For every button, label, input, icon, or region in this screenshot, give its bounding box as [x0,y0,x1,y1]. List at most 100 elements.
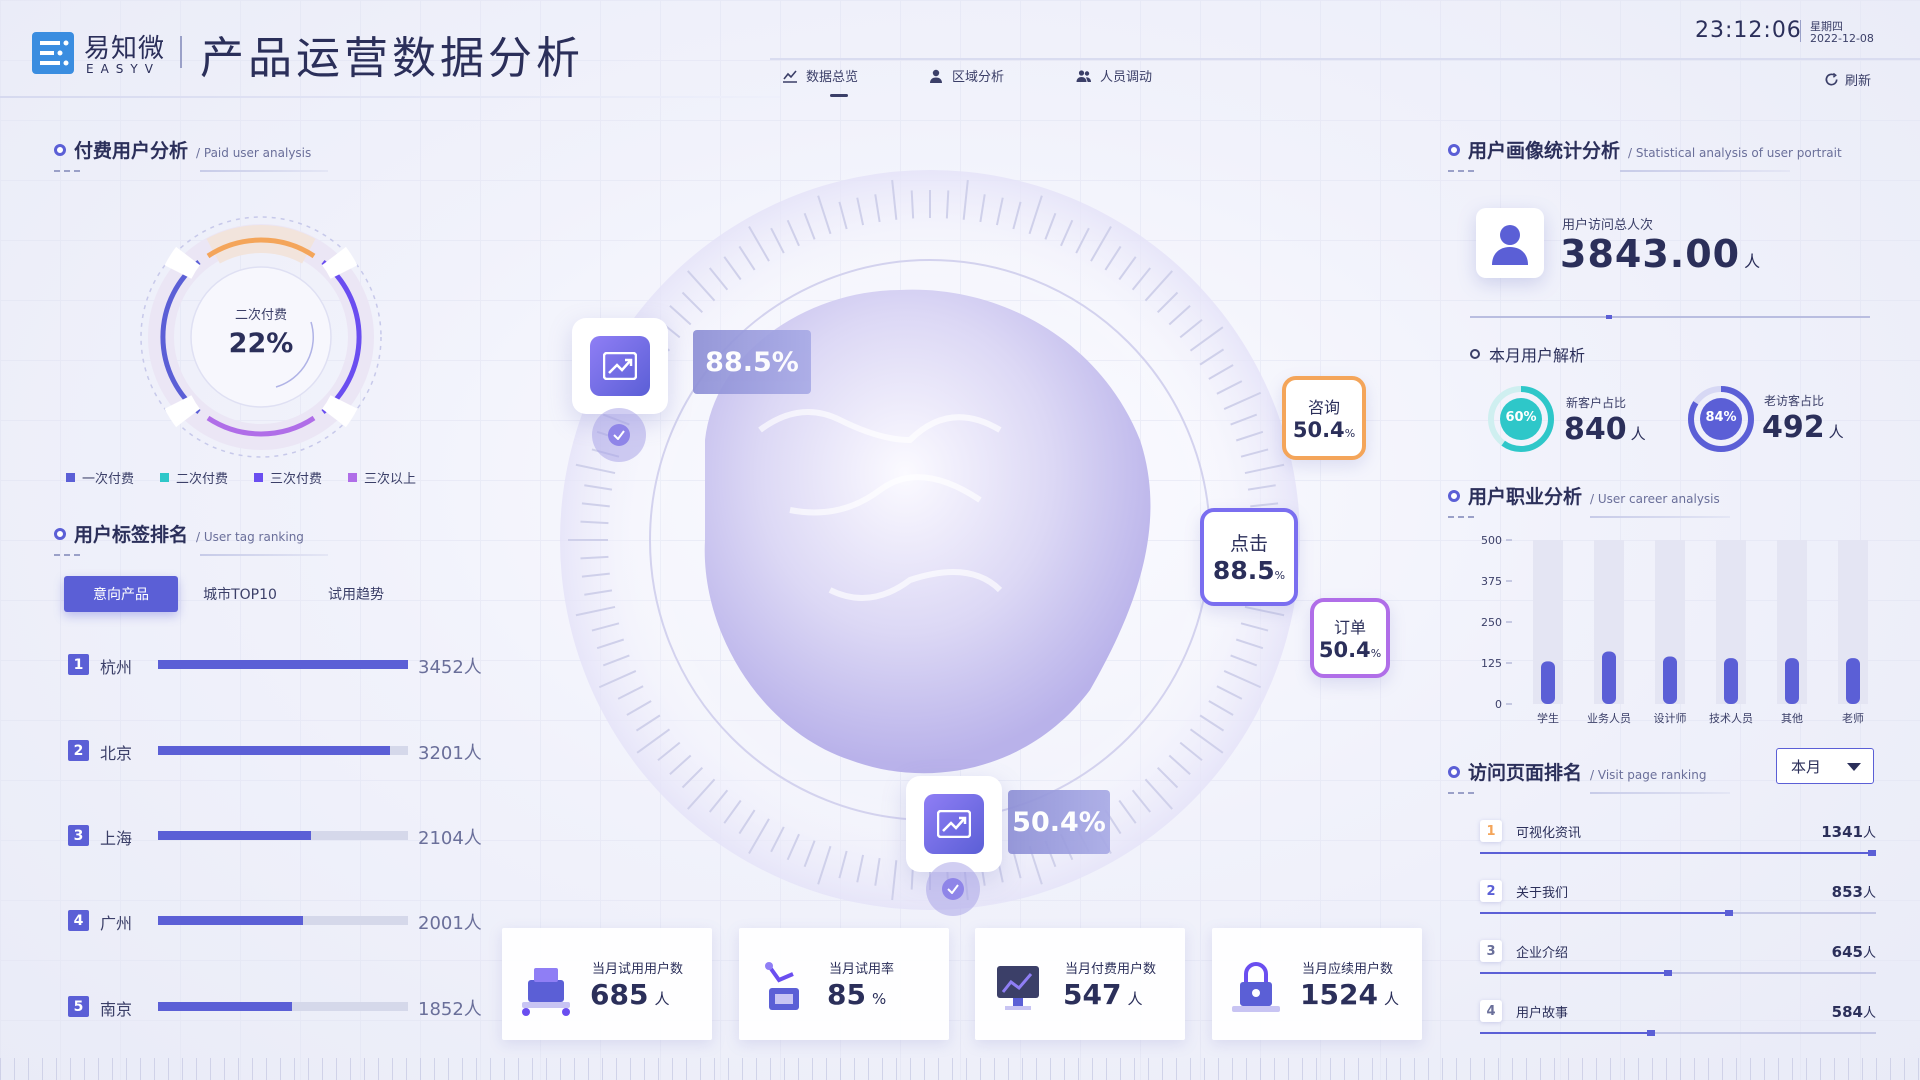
rank-bar-track [158,831,408,840]
donut-gap [164,246,201,280]
tab-trial-trend[interactable]: 试用趋势 [306,576,406,612]
metric-label: 订单 [1333,618,1366,637]
metric-unit: % [1274,569,1286,582]
ratio-number: 492 [1762,410,1825,445]
rank-city: 上海 [100,829,133,848]
section-dash [54,170,84,172]
visit-page-unit: 人 [1862,946,1876,961]
rank-city: 南京 [100,1000,133,1019]
stat-number: 547 [1063,978,1122,1011]
period-select[interactable]: 本月 [1776,748,1874,784]
stat-number: 685 [590,978,649,1011]
section-dash [1448,792,1478,794]
rank-bar-fill [158,746,390,755]
badge-bottom-percent: 50.4% [1008,790,1110,854]
refresh-label: 刷新 [1845,74,1872,89]
bar [1846,658,1860,704]
rank-value: 2001人 [418,913,482,934]
visit-page-row[interactable]: 1 可视化资讯 1341人 [1480,814,1877,870]
users-icon [1076,69,1091,82]
metric-number: 88.5 [1212,556,1275,585]
visit-page-row[interactable]: 3 企业介绍 645人 [1480,934,1876,990]
section-line [200,554,328,556]
tab-city-top10[interactable]: 城市TOP10 [190,576,290,612]
x-tick-label: 其他 [1781,712,1803,725]
visit-page-row[interactable]: 2 关于我们 853人 [1480,874,1876,930]
section-dot [1448,143,1460,156]
tab-label: 试用趋势 [328,587,384,603]
rank-city: 广州 [100,914,133,933]
tab-intended-product[interactable]: 意向产品 [64,576,178,612]
section-dash [1448,516,1478,518]
visit-pages-header: 访问页面排名 / Visit page ranking [1448,758,1706,785]
visit-page-row[interactable]: 4 用户故事 584人 [1480,994,1876,1050]
rank-bar-fill [158,831,311,840]
metric-value: 50.4% [1319,638,1381,662]
bottom-ruler [0,1058,1920,1080]
monitor-chart-illustration-icon [997,966,1039,1010]
metric-unit: % [1370,647,1382,660]
stat-label: 当月应续用户数 [1302,962,1394,977]
stat-number: 1524 [1300,978,1378,1011]
refresh-button[interactable]: 刷新 [1824,70,1871,89]
rank-city: 北京 [100,744,133,763]
rank-number: 3 [68,825,89,846]
stat-renew-users: 当月应续用户数 1524 人 [1212,928,1422,1040]
y-tick-label: 500 [1481,534,1502,547]
clock-divider [1800,20,1801,42]
metric-label: 咨询 [1307,398,1340,417]
donut-gap [321,394,358,428]
tab-staff-transfer[interactable]: 人员调动 [1076,66,1152,85]
stat-unit: 人 [1127,990,1143,1008]
rank-value: 3201人 [418,743,482,764]
x-tick-label: 设计师 [1654,712,1687,725]
career-bar-chart: 0 125 250 375 500 学生 业务人员 设计师 技术人员 其他 老师 [1481,534,1868,725]
section-title: 用户职业分析 [1468,486,1583,508]
visit-page-name: 可视化资讯 [1516,826,1582,841]
brand-name-en: EASYV [86,62,160,76]
trend-chart-icon [590,336,650,396]
donut-gap [321,246,358,280]
check-icon [608,424,630,446]
visit-page-rank: 1 [1480,820,1502,842]
stat-label: 当月试用率 [829,962,895,977]
visit-page-rank: 2 [1480,880,1502,902]
metric-number: 50.4 [1292,418,1345,442]
bar [1663,656,1677,704]
metric-click: 点击 88.5% [1200,508,1298,606]
tab-label: 数据总览 [806,70,859,85]
rank-bar-track [158,746,408,755]
old-ratio-value: 492 人 [1762,410,1844,445]
metric-label: 点击 [1229,533,1268,555]
section-dot [54,527,66,540]
chart-icon [783,69,797,83]
clock-time: 23:12:06 [1695,18,1802,43]
header-divider [180,36,182,68]
legend-swatch [348,473,358,482]
section-subtitle: / Paid user analysis [196,146,312,160]
tab-region-analysis[interactable]: 区域分析 [928,66,1004,85]
rank-value: 2104人 [418,828,482,849]
rank-value: 3452人 [418,657,482,678]
metric-unit: % [1344,427,1356,440]
legend-label: 一次付费 [82,472,135,487]
stat-label: 当月试用用户数 [592,962,684,977]
metric-order: 订单 50.4% [1310,598,1390,678]
month-analysis-title: 本月用户解析 [1470,342,1585,366]
stat-unit: 人 [1383,990,1399,1008]
visit-page-fill [1480,910,1734,916]
legend-label: 三次以上 [364,472,417,487]
stat-trial-rate: 当月试用率 85% [739,928,949,1040]
tab-active-indicator [830,94,848,97]
tab-data-overview[interactable]: 数据总览 [782,66,858,85]
refresh-icon [1825,72,1838,86]
rank-city: 杭州 [100,658,133,677]
section-subtitle: / User tag ranking [196,530,304,544]
paid-users-legend: 一次付费 二次付费 三次付费 三次以上 [66,468,416,487]
header-underline [0,96,780,98]
page-title: 产品运营数据分析 [200,33,584,84]
visit-page-track [1480,850,1877,856]
section-dot [54,143,66,156]
robot-arm-illustration-icon [765,962,799,1010]
visit-number: 3843.00 [1560,232,1741,276]
